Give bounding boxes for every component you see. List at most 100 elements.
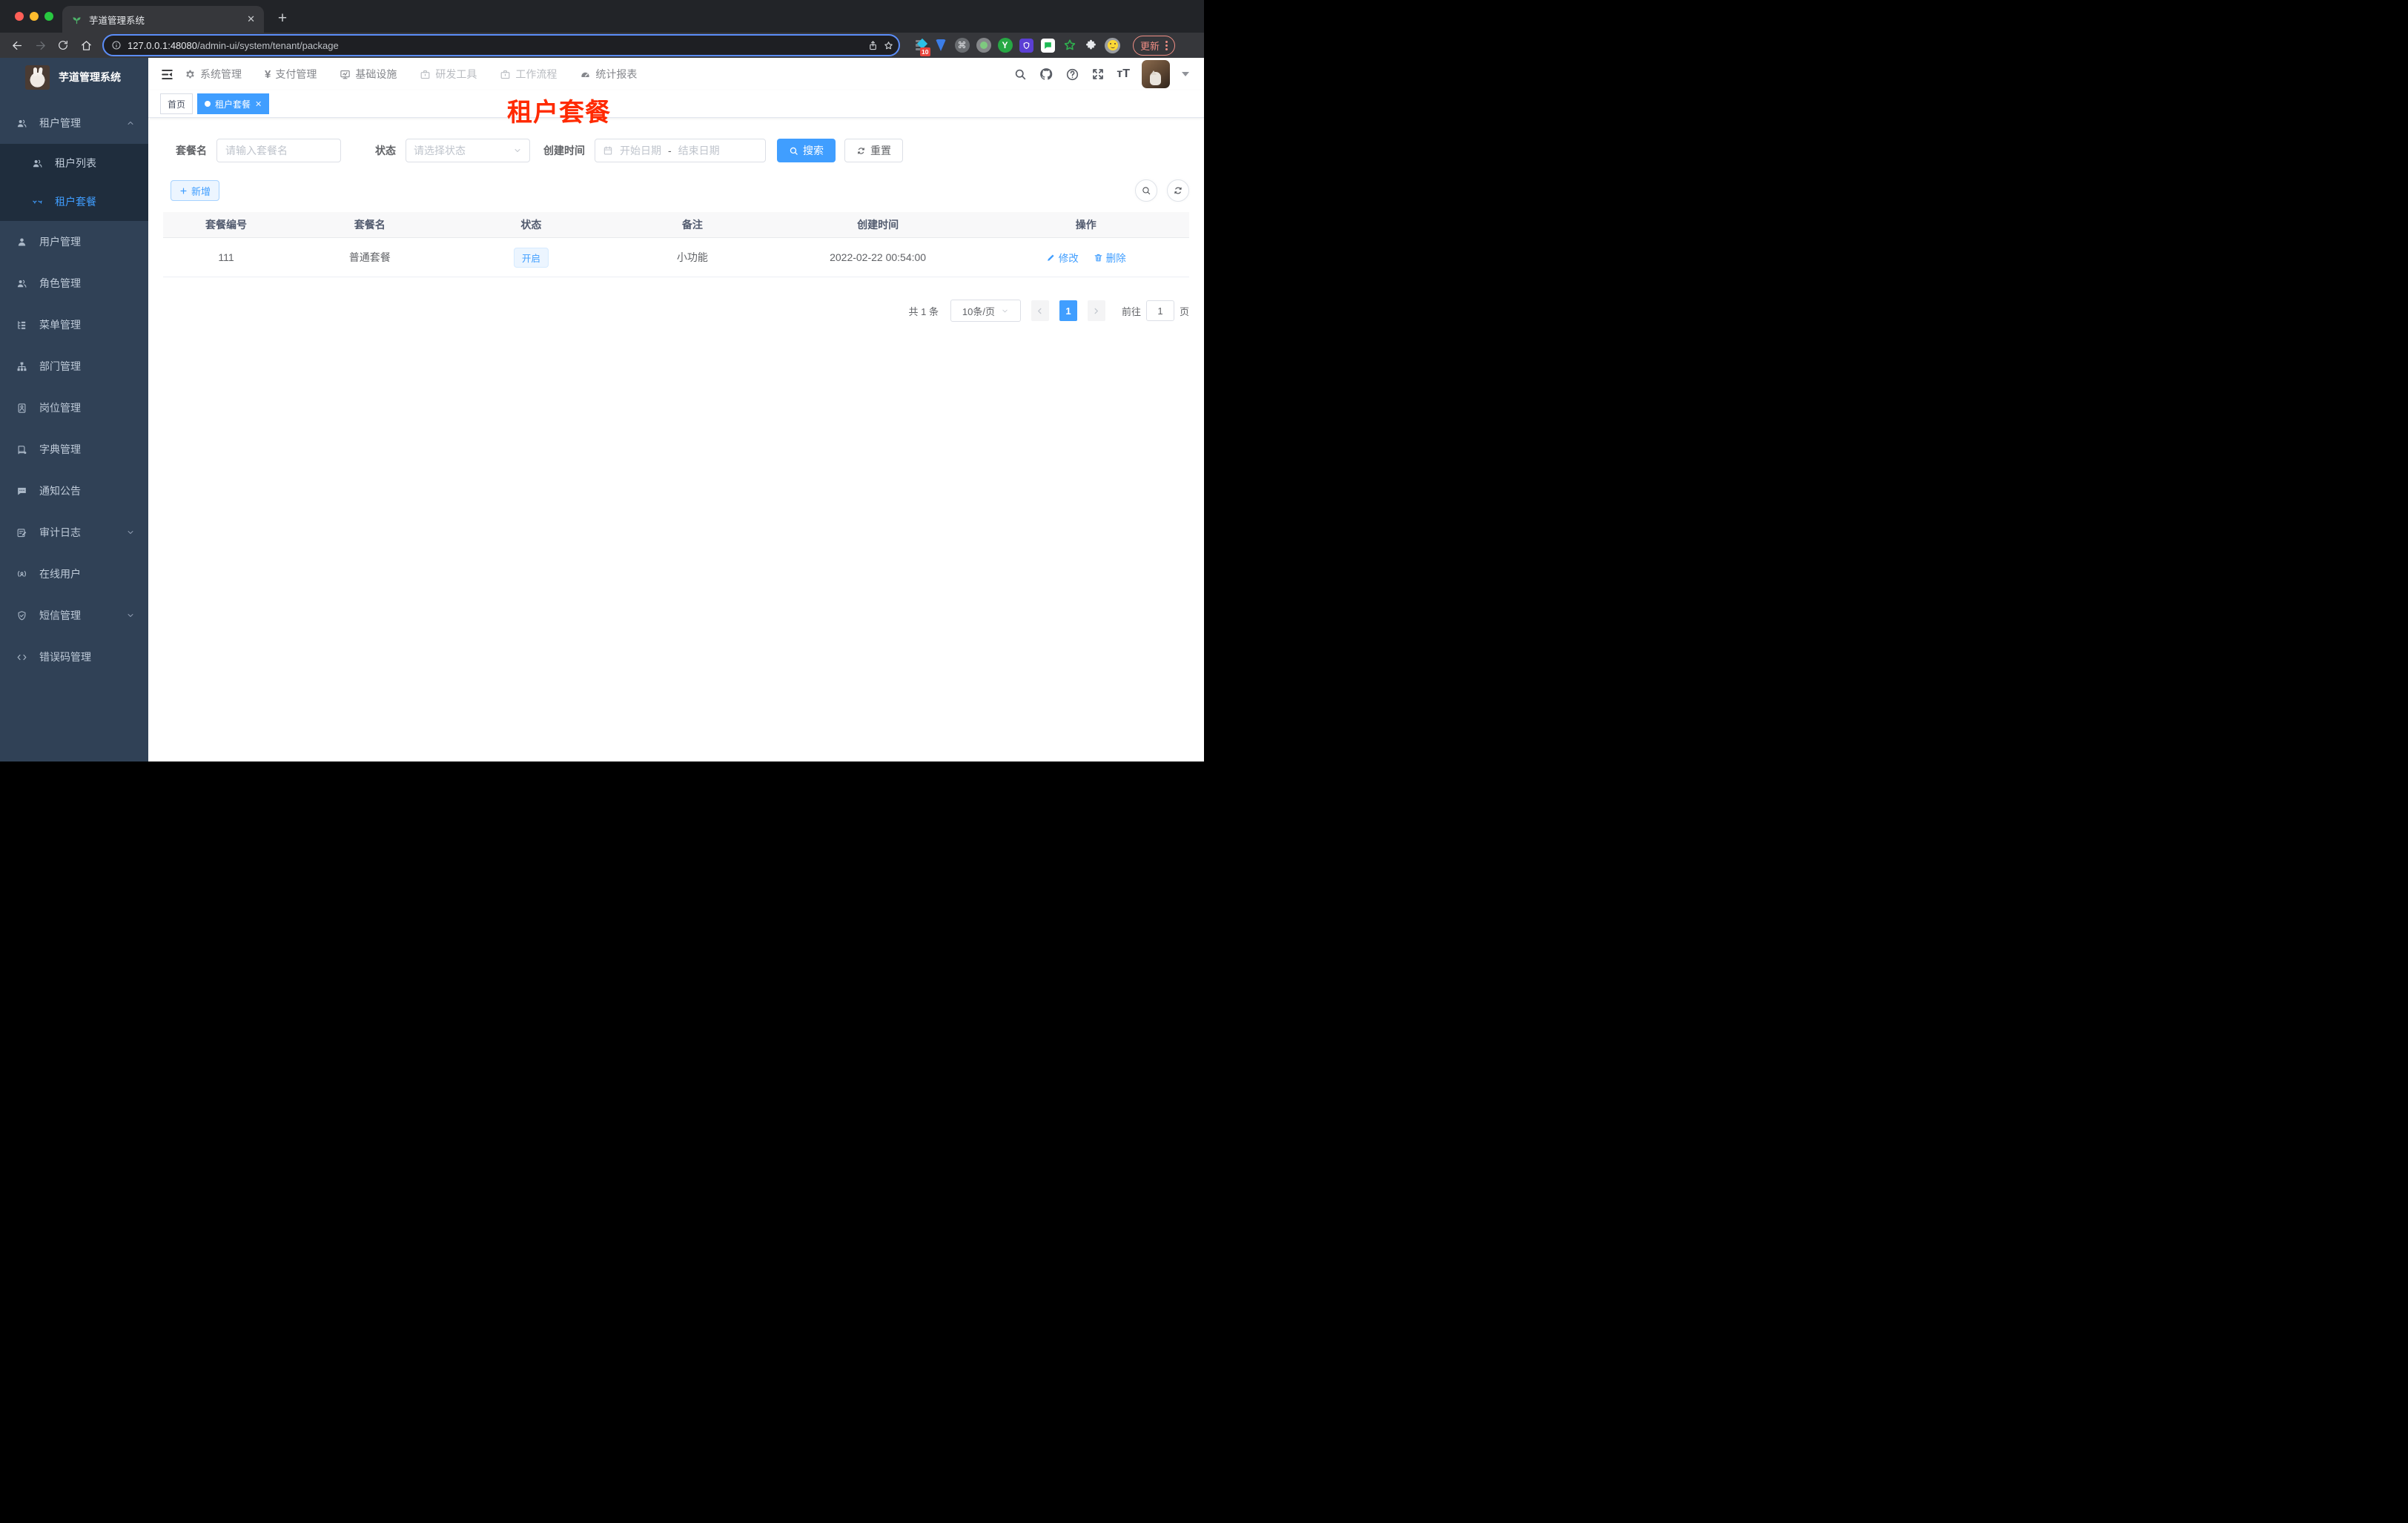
active-tag-dot (205, 101, 211, 107)
browser-tab[interactable]: 芋道管理系统 ✕ (62, 6, 264, 33)
sidebar-item-error-code[interactable]: 错误码管理 (0, 636, 148, 678)
tag-tenant-package[interactable]: 租户套餐 ✕ (197, 93, 270, 114)
extension-badge: 10 (919, 47, 930, 56)
window-minimize-button[interactable] (30, 12, 39, 21)
end-date-placeholder[interactable]: 结束日期 (678, 143, 720, 158)
forward-icon[interactable] (30, 36, 50, 55)
users-icon (33, 159, 42, 168)
sidebar-item-audit-log[interactable]: 审计日志 (0, 512, 148, 553)
gear-icon (186, 70, 194, 78)
top-nav-infra[interactable]: 基础设施 (340, 67, 397, 82)
user-avatar[interactable] (1142, 60, 1170, 88)
font-size-icon[interactable]: тT (1117, 67, 1130, 81)
url-bar[interactable]: 127.0.0.1:48080/admin-ui/system/tenant/p… (102, 34, 900, 56)
sidebar-item-sms-management[interactable]: 短信管理 (0, 595, 148, 636)
share-icon[interactable] (867, 40, 879, 51)
reload-icon[interactable] (53, 36, 73, 55)
extension-command-icon[interactable]: ⌘ (954, 38, 970, 53)
pencil-icon (1047, 254, 1054, 261)
id-badge-icon (18, 403, 26, 413)
header-actions: 操作 (1075, 219, 1096, 231)
window-zoom-button[interactable] (44, 12, 53, 21)
tab-close-icon[interactable]: ✕ (247, 13, 255, 25)
app-root: 芋道管理系统 租户管理 租户列表 租户套餐 用户管理 角色管理 菜单管理 部门管… (0, 58, 1204, 762)
sidebar-collapse-icon[interactable] (160, 67, 174, 82)
browser-update-button[interactable]: 更新 (1133, 35, 1176, 56)
tag-close-icon[interactable]: ✕ (255, 99, 262, 109)
header-package-name: 套餐名 (354, 219, 386, 231)
browser-menu-kebab-icon[interactable] (1165, 40, 1168, 50)
package-name-input[interactable] (216, 139, 341, 162)
cell-remark: 小功能 (676, 251, 708, 263)
monitor-icon (340, 70, 351, 79)
extension-star-icon[interactable] (1062, 38, 1077, 53)
extension-kite-icon[interactable] (933, 38, 948, 53)
add-button[interactable]: 新增 (171, 180, 220, 201)
home-icon[interactable] (76, 36, 96, 55)
tag-home[interactable]: 首页 (160, 93, 194, 114)
sidebar-logo-row[interactable]: 芋道管理系统 (0, 58, 148, 96)
sidebar-menu: 租户管理 租户列表 租户套餐 用户管理 角色管理 菜单管理 部门管理 岗位管理 … (0, 102, 148, 762)
search-button[interactable]: 搜索 (777, 139, 836, 162)
status-select[interactable]: 请选择状态 (406, 139, 530, 162)
extensions-area: 10 ⌘ Y (911, 37, 1120, 56)
goto-page-input[interactable] (1145, 300, 1174, 321)
sidebar-item-menu-management[interactable]: 菜单管理 (0, 304, 148, 346)
sidebar-item-notice[interactable]: 通知公告 (0, 470, 148, 512)
page-size-select[interactable]: 10条/页 (950, 300, 1021, 322)
sidebar-item-post-management[interactable]: 岗位管理 (0, 387, 148, 429)
sidebar-item-role-management[interactable]: 角色管理 (0, 262, 148, 304)
edit-link[interactable]: 修改 (1046, 250, 1079, 265)
bookmark-star-icon[interactable] (883, 40, 894, 51)
top-nav-devtools[interactable]: 研发工具 (420, 67, 477, 82)
top-nav-workflow[interactable]: 工作流程 (500, 67, 557, 82)
extension-blocks-icon[interactable]: 10 (911, 38, 930, 56)
red-annotation-text: 租户套餐 (507, 99, 611, 127)
cell-status: 开启 (451, 247, 612, 268)
sidebar-item-tenant-management[interactable]: 租户管理 (0, 102, 148, 144)
tree-list-icon (18, 320, 26, 329)
window-close-button[interactable] (15, 12, 24, 21)
gauge-icon (581, 72, 589, 77)
top-nav-pay[interactable]: ¥ 支付管理 (265, 67, 317, 82)
reset-button[interactable]: 重置 (844, 139, 903, 162)
cell-actions: 修改 删除 (983, 250, 1189, 265)
cell-create-time: 2022-02-22 00:54:00 (830, 251, 927, 263)
avatar-caret-icon[interactable] (1182, 72, 1189, 76)
toggle-search-button[interactable] (1135, 179, 1157, 202)
cell-package-id: 111 (218, 251, 234, 263)
table-row: 111 普通套餐 开启 小功能 2022-02-22 00:54:00 修改 删… (163, 238, 1189, 277)
sidebar-item-online-users[interactable]: 在线用户 (0, 553, 148, 595)
page-number-1[interactable]: 1 (1059, 300, 1077, 321)
extension-shield-icon[interactable] (1019, 38, 1034, 53)
date-range-picker[interactable]: 开始日期 - 结束日期 (595, 139, 766, 162)
top-nav-report[interactable]: 统计报表 (580, 67, 637, 82)
header-remark: 备注 (681, 219, 703, 231)
extension-record-icon[interactable] (976, 38, 991, 53)
help-icon[interactable] (1065, 67, 1079, 82)
github-icon[interactable] (1039, 67, 1054, 82)
sidebar-item-dict-management[interactable]: 字典管理 (0, 429, 148, 470)
chevron-right-icon (1094, 308, 1099, 314)
fullscreen-icon[interactable] (1091, 67, 1105, 81)
new-tab-button[interactable]: + (271, 7, 294, 30)
site-info-icon[interactable] (111, 40, 122, 50)
prev-page-button[interactable] (1031, 300, 1049, 321)
start-date-placeholder[interactable]: 开始日期 (620, 143, 661, 158)
search-icon[interactable] (1013, 67, 1027, 81)
profile-avatar-icon[interactable] (1105, 37, 1120, 53)
sidebar-item-user-management[interactable]: 用户管理 (0, 221, 148, 262)
sidebar-item-department-management[interactable]: 部门管理 (0, 346, 148, 387)
search-icon (790, 147, 798, 155)
extensions-puzzle-icon[interactable] (1083, 38, 1099, 53)
extension-chat-icon[interactable] (1040, 38, 1056, 53)
next-page-button[interactable] (1087, 300, 1105, 321)
extension-y-icon[interactable]: Y (997, 38, 1013, 53)
refresh-table-button[interactable] (1167, 179, 1189, 202)
sidebar-item-tenant-package[interactable]: 租户套餐 (0, 182, 148, 221)
sidebar-item-tenant-list[interactable]: 租户列表 (0, 144, 148, 182)
briefcase-icon (420, 70, 430, 79)
top-nav-system[interactable]: 系统管理 (185, 67, 242, 82)
delete-link[interactable]: 删除 (1094, 250, 1126, 265)
back-icon[interactable] (7, 36, 27, 55)
